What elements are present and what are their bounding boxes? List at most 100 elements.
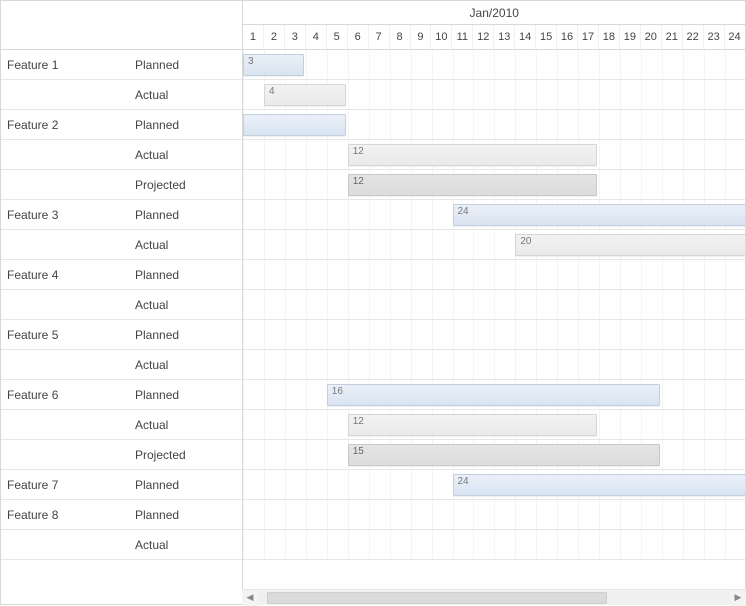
label-row: Feature 6Planned (1, 380, 242, 410)
day-header-cell: 23 (704, 25, 725, 49)
timeline-pane[interactable]: 3 4 12 12 24 20 16 12 15 24 (243, 50, 745, 604)
gantt-bar-label: 24 (458, 206, 469, 217)
days-row: 123456789101112131415161718192021222324 (243, 25, 746, 49)
day-header-cell: 21 (662, 25, 683, 49)
gantt-bar-planned[interactable]: 24 (453, 204, 746, 226)
scroll-right-button[interactable]: ▶ (730, 590, 746, 606)
type-cell: Planned (121, 500, 242, 529)
label-row: Feature 8Planned (1, 500, 242, 530)
day-header-cell: 5 (327, 25, 348, 49)
gantt-bar-planned[interactable]: 16 (327, 384, 660, 406)
label-row: Actual (1, 350, 242, 380)
label-row: Projected (1, 170, 242, 200)
day-header-cell: 19 (620, 25, 641, 49)
row-labels-pane: Feature 1PlannedActualFeature 2PlannedAc… (1, 50, 243, 604)
gantt-bar-label: 12 (353, 176, 364, 187)
day-header-cell: 9 (411, 25, 432, 49)
timeline-row: 20 (243, 230, 745, 260)
day-header-cell: 22 (683, 25, 704, 49)
horizontal-scrollbar[interactable]: ◀ ▶ (242, 589, 746, 605)
gantt-bar-label: 12 (353, 416, 364, 427)
label-row: Projected (1, 440, 242, 470)
gantt-bar-label: 16 (332, 386, 343, 397)
feature-cell: Feature 2 (1, 110, 121, 139)
type-cell: Planned (121, 50, 242, 79)
gantt-bar-planned[interactable] (243, 114, 346, 136)
gantt-bar-actual[interactable]: 4 (264, 84, 346, 106)
timeline-row (243, 260, 745, 290)
label-row: Actual (1, 530, 242, 560)
day-header-cell: 8 (390, 25, 411, 49)
type-cell: Projected (121, 440, 242, 469)
gantt-bar-label: 3 (248, 56, 254, 67)
gantt-bar-label: 12 (353, 146, 364, 157)
gantt-bar-projected[interactable]: 15 (348, 444, 660, 466)
type-cell: Actual (121, 530, 242, 559)
type-cell: Actual (121, 350, 242, 379)
day-header-cell: 15 (536, 25, 557, 49)
scroll-left-button[interactable]: ◀ (242, 590, 258, 606)
type-cell: Actual (121, 80, 242, 109)
type-cell: Planned (121, 320, 242, 349)
gantt-bar-label: 20 (520, 236, 531, 247)
timeline-row: 24 (243, 200, 745, 230)
gantt-bar-actual[interactable]: 12 (348, 144, 597, 166)
day-header-cell: 10 (431, 25, 452, 49)
gantt-body: Feature 1PlannedActualFeature 2PlannedAc… (1, 50, 745, 604)
feature-cell: Feature 1 (1, 50, 121, 79)
label-row: Feature 1Planned (1, 50, 242, 80)
feature-cell: Feature 3 (1, 200, 121, 229)
feature-cell (1, 440, 121, 469)
day-header-cell: 3 (285, 25, 306, 49)
feature-cell (1, 290, 121, 319)
day-header-cell: 12 (473, 25, 494, 49)
timeline-row: 12 (243, 140, 745, 170)
feature-cell: Feature 5 (1, 320, 121, 349)
day-header-cell: 4 (306, 25, 327, 49)
scrollbar-track[interactable] (258, 591, 730, 605)
timeline-row: 24 (243, 470, 745, 500)
timeline-row: 12 (243, 170, 745, 200)
feature-cell (1, 350, 121, 379)
feature-cell: Feature 6 (1, 380, 121, 409)
scrollbar-thumb[interactable] (267, 592, 607, 604)
timeline-row: 12 (243, 410, 745, 440)
feature-cell (1, 530, 121, 559)
label-row: Actual (1, 290, 242, 320)
timeline-row (243, 110, 745, 140)
gantt-bar-label: 24 (458, 476, 469, 487)
type-cell: Projected (121, 170, 242, 199)
timeline-row: 4 (243, 80, 745, 110)
gantt-bar-projected[interactable]: 12 (348, 174, 597, 196)
day-header-cell: 6 (348, 25, 369, 49)
gantt-bar-actual[interactable]: 20 (515, 234, 745, 256)
day-header-cell: 2 (264, 25, 285, 49)
month-label: Jan/2010 (243, 1, 746, 25)
label-row: Actual (1, 410, 242, 440)
label-row: Feature 5Planned (1, 320, 242, 350)
header-left-spacer (1, 1, 243, 49)
feature-cell (1, 140, 121, 169)
day-header-cell: 18 (599, 25, 620, 49)
timeline-row: 15 (243, 440, 745, 470)
day-header-cell: 14 (515, 25, 536, 49)
day-header-cell: 11 (452, 25, 473, 49)
type-cell: Planned (121, 380, 242, 409)
timeline-row: 3 (243, 50, 745, 80)
type-cell: Planned (121, 200, 242, 229)
day-header-cell: 1 (243, 25, 264, 49)
gantt-bar-planned[interactable]: 24 (453, 474, 746, 496)
timeline-row (243, 500, 745, 530)
feature-cell (1, 80, 121, 109)
gantt-bar-planned[interactable]: 3 (243, 54, 304, 76)
header-timeline: Jan/2010 1234567891011121314151617181920… (243, 1, 746, 49)
label-row: Feature 7Planned (1, 470, 242, 500)
gantt-bar-label: 4 (269, 86, 275, 97)
feature-cell (1, 410, 121, 439)
day-header-cell: 24 (725, 25, 746, 49)
gantt-bar-actual[interactable]: 12 (348, 414, 597, 436)
type-cell: Planned (121, 260, 242, 289)
timeline-row (243, 530, 745, 560)
gantt-header: Jan/2010 1234567891011121314151617181920… (1, 1, 745, 50)
day-header-cell: 16 (557, 25, 578, 49)
